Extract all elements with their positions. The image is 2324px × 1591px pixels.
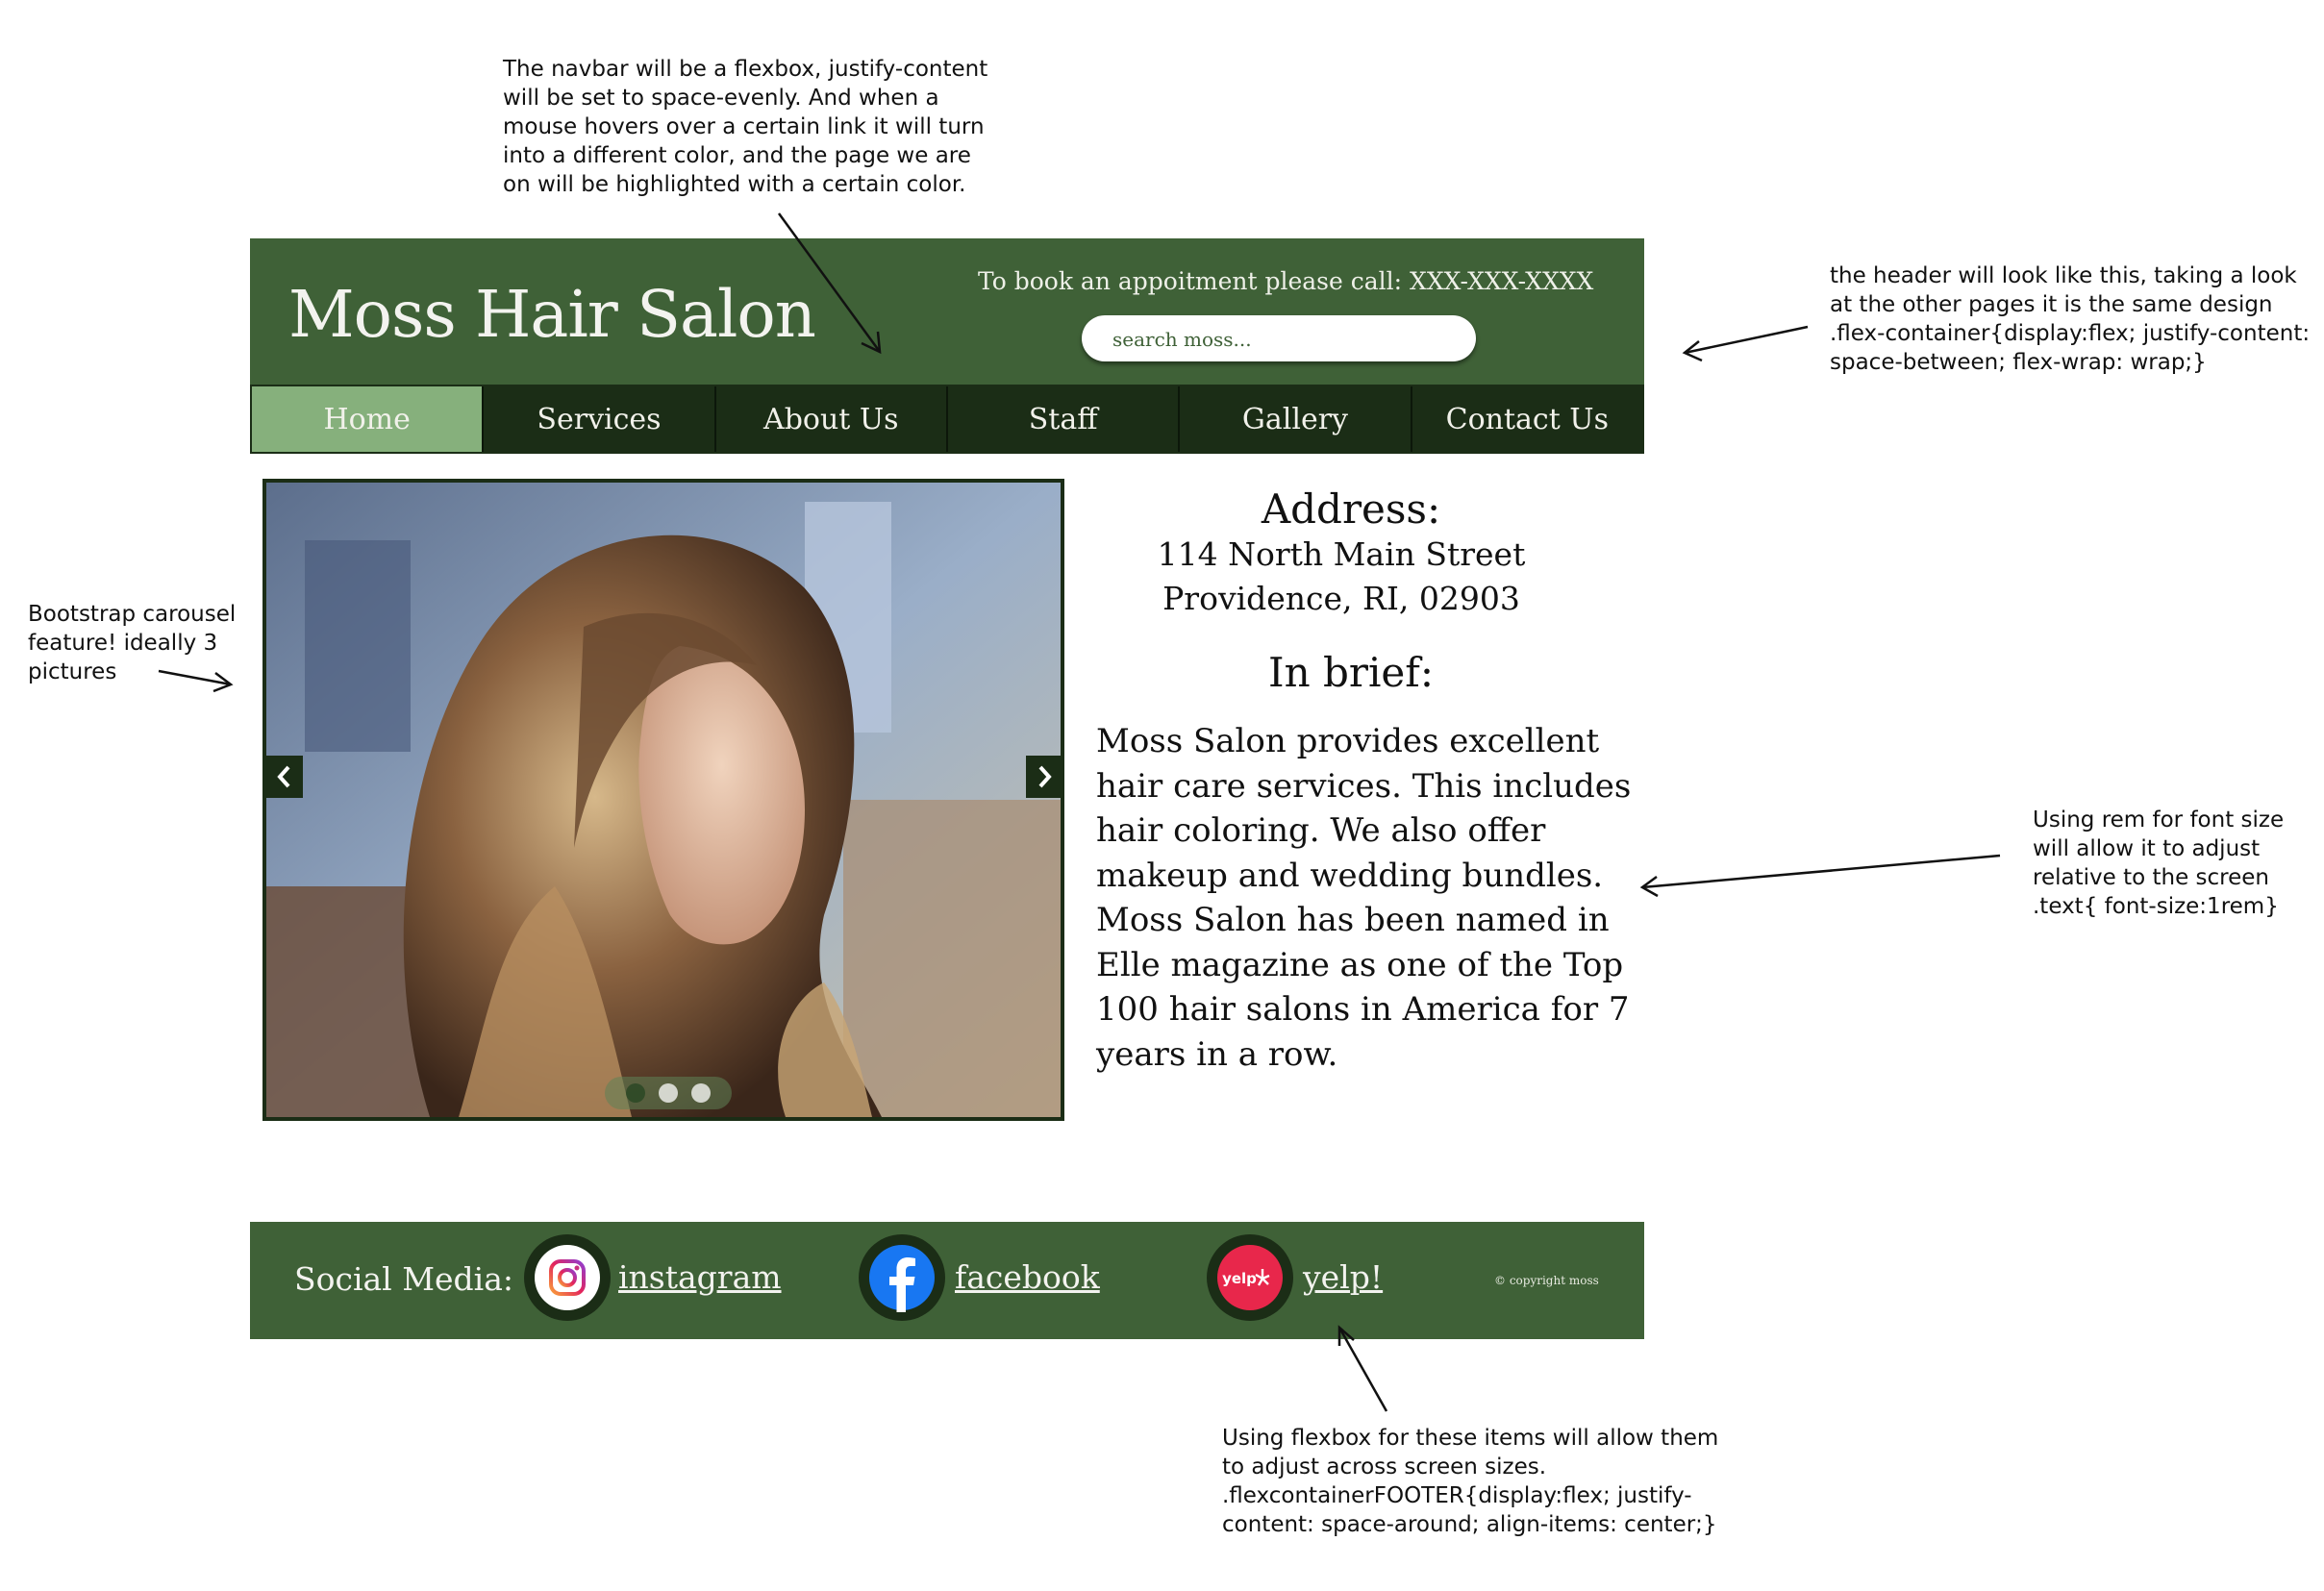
nav-item-home[interactable]: Home (252, 386, 485, 452)
nav-item-staff[interactable]: Staff (947, 386, 1181, 452)
svg-text:yelp: yelp (1222, 1270, 1257, 1287)
site-title: Moss Hair Salon (288, 277, 816, 352)
instagram-link[interactable]: instagram (618, 1258, 782, 1296)
instagram-icon[interactable] (524, 1234, 611, 1321)
nav-item-contact-us[interactable]: Contact Us (1412, 386, 1642, 452)
carousel-photo (266, 483, 1061, 1117)
carousel-indicator-1[interactable] (626, 1083, 645, 1103)
carousel-indicator-2[interactable] (659, 1083, 678, 1103)
site-footer: Social Media: instagram facebook yelp ye… (250, 1222, 1644, 1339)
carousel-next-button[interactable] (1026, 756, 1061, 798)
facebook-link[interactable]: facebook (955, 1258, 1100, 1296)
booking-text: To book an appoitment please call: XXX-X… (978, 267, 1594, 295)
info-panel: Address: 114 North Main Street Providenc… (1087, 485, 1644, 1074)
address-line-2: Providence, RI, 02903 (1162, 580, 1520, 617)
navbar-annotation: The navbar will be a flexbox, justify-co… (503, 57, 988, 197)
rem-annotation: Using rem for font size will allow it to… (2033, 808, 2285, 919)
brief-text: Moss Salon provides excellent hair care … (1096, 722, 1632, 1074)
brief-heading: In brief: (1268, 649, 1434, 696)
copyright-text: © copyright moss (1494, 1274, 1599, 1287)
address-heading: Address: (1261, 485, 1441, 533)
carousel-prev-button[interactable] (266, 756, 303, 798)
carousel-indicator-3[interactable] (691, 1083, 711, 1103)
search-bar[interactable] (1082, 315, 1476, 361)
facebook-icon[interactable] (859, 1234, 945, 1321)
nav-item-about-us[interactable]: About Us (715, 386, 948, 452)
chevron-left-icon (277, 765, 290, 788)
chevron-right-icon (1038, 765, 1052, 788)
navbar: Home Services About Us Staff Gallery Con… (250, 385, 1644, 454)
image-carousel (262, 479, 1064, 1121)
address-line-1: 114 North Main Street (1157, 535, 1526, 573)
site-header: Moss Hair Salon To book an appoitment pl… (250, 238, 1644, 386)
nav-item-services[interactable]: Services (484, 386, 716, 452)
yelp-icon[interactable]: yelp (1207, 1234, 1293, 1321)
header-annotation: the header will look like this, taking a… (1830, 263, 2311, 375)
footer-annotation: Using flexbox for these items will allow… (1222, 1426, 1719, 1537)
social-media-label: Social Media: (294, 1260, 514, 1298)
carousel-indicators (605, 1077, 732, 1109)
nav-item-gallery[interactable]: Gallery (1180, 386, 1412, 452)
carousel-annotation: Bootstrap carousel feature! ideally 3 pi… (28, 602, 237, 684)
yelp-link[interactable]: yelp! (1303, 1258, 1383, 1296)
search-input[interactable] (1111, 324, 1461, 355)
